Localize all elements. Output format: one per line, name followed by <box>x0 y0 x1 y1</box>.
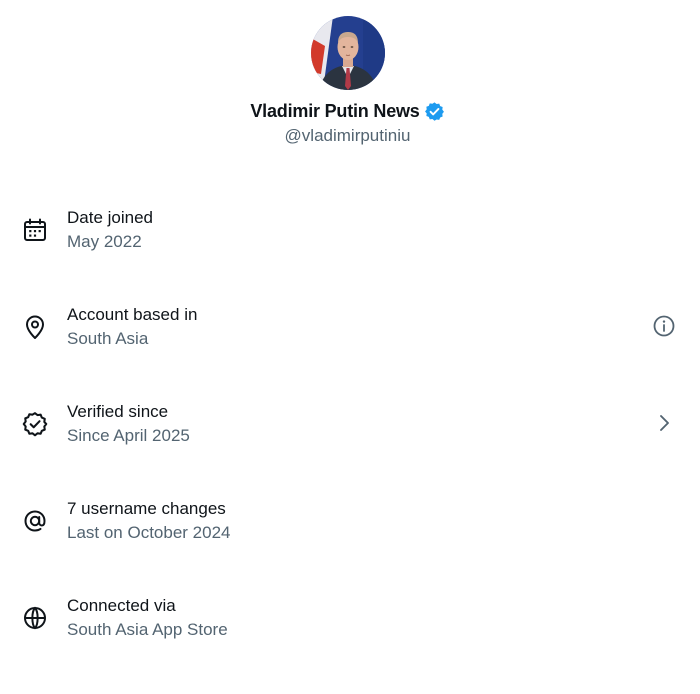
info-row-title: Connected via <box>67 596 176 615</box>
info-row-value: South Asia <box>67 329 149 348</box>
chevron-right-icon[interactable] <box>652 411 676 435</box>
info-row-text: 7 username changes Last on October 2024 <box>67 498 231 544</box>
info-row-title: 7 username changes <box>67 499 226 518</box>
profile-header: Vladimir Putin News @vladimirputiniu <box>0 0 700 160</box>
info-row-text: Verified since Since April 2025 <box>67 401 190 447</box>
info-row-connected-via: Connected via South Asia App Store <box>0 568 700 665</box>
calendar-icon <box>22 217 48 243</box>
info-row-text: Date joined May 2022 <box>67 207 153 253</box>
globe-icon <box>22 605 48 631</box>
avatar[interactable] <box>311 16 385 90</box>
info-row-value: May 2022 <box>67 232 142 251</box>
info-row-date-joined: Date joined May 2022 <box>0 180 700 277</box>
info-row-account-based-in: Account based in South Asia <box>0 277 700 374</box>
username-handle: @vladimirputiniu <box>284 126 411 145</box>
info-row-value: Since April 2025 <box>67 426 190 445</box>
info-row-verified-since[interactable]: Verified since Since April 2025 <box>0 374 700 471</box>
verified-badge-icon[interactable] <box>424 101 445 122</box>
info-row-value: South Asia App Store <box>67 620 228 639</box>
info-row-title: Verified since <box>67 402 169 421</box>
location-pin-icon <box>22 314 48 340</box>
account-info-list: Date joined May 2022 Account based in So… <box>0 180 700 665</box>
info-row-title: Account based in <box>67 305 198 324</box>
at-sign-icon <box>22 508 48 534</box>
verified-seal-icon <box>22 411 48 437</box>
info-row-title: Date joined <box>67 208 154 227</box>
info-row-text: Account based in South Asia <box>67 304 197 350</box>
info-row-value: Last on October 2024 <box>67 523 231 542</box>
display-name: Vladimir Putin News <box>250 101 420 121</box>
name-row: Vladimir Putin News <box>0 98 695 124</box>
info-row-text: Connected via South Asia App Store <box>67 595 228 641</box>
info-row-username-changes: 7 username changes Last on October 2024 <box>0 471 700 568</box>
info-icon[interactable] <box>652 314 676 338</box>
